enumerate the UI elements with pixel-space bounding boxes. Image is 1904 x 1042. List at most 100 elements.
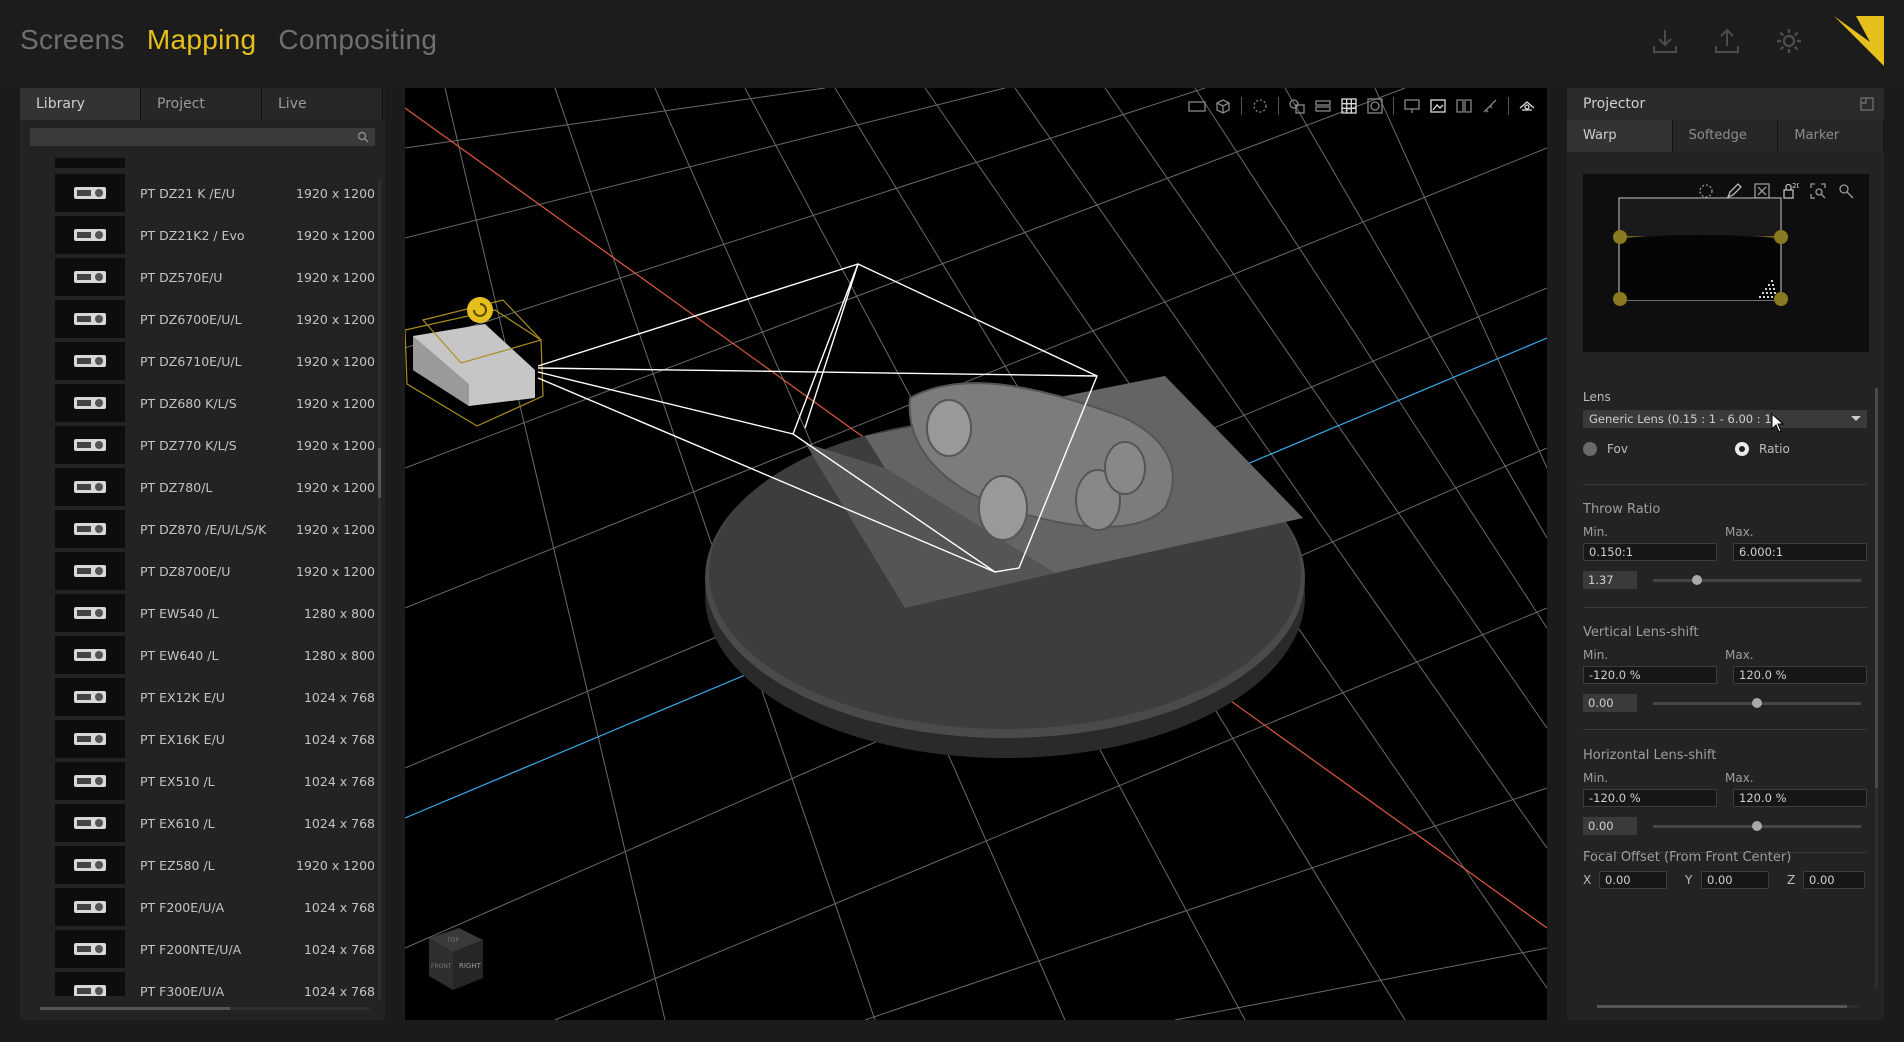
tab-softedge[interactable]: Softedge: [1672, 120, 1779, 152]
slider-knob[interactable]: [1752, 820, 1762, 831]
mode-screens[interactable]: Screens: [20, 24, 125, 56]
radio-ratio[interactable]: Ratio: [1735, 442, 1790, 456]
list-item[interactable]: PT DZ570E/U 1920 x 1200: [20, 256, 375, 298]
library-scrollbar-vertical[interactable]: [378, 180, 381, 1000]
warp-canvas[interactable]: [1583, 174, 1869, 352]
projector-resolution: 1920 x 1200: [296, 479, 375, 495]
list-item[interactable]: PT DZ6700E/U/L 1920 x 1200: [20, 298, 375, 340]
popout-icon[interactable]: [1860, 97, 1874, 111]
throw-ratio-min-field[interactable]: 0.150:1: [1583, 543, 1717, 561]
tab-marker[interactable]: Marker: [1778, 120, 1885, 152]
throw-ratio-section: Throw Ratio Min. Max. 0.150:1 6.000:1 1.…: [1583, 502, 1867, 589]
chevron-down-icon: [1851, 416, 1861, 421]
3d-scene[interactable]: [405, 88, 1547, 1020]
toolbar-divider: [1393, 97, 1394, 115]
warp-preview[interactable]: 20: [1583, 174, 1869, 352]
scroll-thumb[interactable]: [1597, 1005, 1847, 1008]
book-icon[interactable]: [1454, 96, 1474, 116]
mode-compositing[interactable]: Compositing: [278, 24, 437, 56]
projector-name: PT DZ21 K /E/U: [140, 185, 235, 201]
lens-dropdown[interactable]: Generic Lens (0.15 : 1 - 6.00 : 1): [1583, 410, 1867, 428]
select-icon[interactable]: [1250, 96, 1270, 116]
image-icon[interactable]: [1428, 96, 1448, 116]
horizontal-shift-min-field[interactable]: -120.0 %: [1583, 789, 1717, 807]
throw-ratio-value[interactable]: 1.37: [1583, 571, 1637, 589]
list-item[interactable]: PT DZ770 K/L/S 1920 x 1200: [20, 424, 375, 466]
list-item[interactable]: PT F300E/U/A 1024 x 768: [20, 970, 375, 996]
search-icon[interactable]: [357, 131, 369, 143]
3d-viewport[interactable]: TOP FRONT RIGHT: [405, 88, 1547, 1020]
scroll-thumb[interactable]: [1875, 388, 1878, 788]
radio-ratio-circle[interactable]: [1735, 442, 1749, 456]
projector-name: PT DZ870 /E/U/L/S/K: [140, 521, 267, 537]
screen-icon[interactable]: [1402, 96, 1422, 116]
panel-scrollbar-horizontal[interactable]: [1597, 1005, 1859, 1008]
list-item[interactable]: PT F200NTE/U/A 1024 x 768: [20, 928, 375, 970]
library-search-input[interactable]: [30, 128, 375, 146]
grid-icon[interactable]: [1339, 96, 1359, 116]
vertical-shift-min-field[interactable]: -120.0 %: [1583, 666, 1717, 684]
horizontal-shift-max-field[interactable]: 120.0 %: [1733, 789, 1867, 807]
vertical-shift-slider[interactable]: [1653, 697, 1861, 708]
list-item[interactable]: PT EW540 /L 1280 x 800: [20, 592, 375, 634]
radio-fov[interactable]: Fov: [1583, 442, 1735, 456]
list-item[interactable]: PT EX12K E/U 1024 x 768: [20, 676, 375, 718]
throw-ratio-max-field[interactable]: 6.000:1: [1733, 543, 1867, 561]
render-view-icon[interactable]: [1517, 96, 1537, 116]
download-icon[interactable]: [1650, 26, 1680, 56]
projector-icon: [74, 397, 106, 409]
list-item[interactable]: PT EX510 /L 1024 x 768: [20, 760, 375, 802]
navigation-cube[interactable]: TOP FRONT RIGHT: [421, 920, 491, 1000]
vertical-shift-max-field[interactable]: 120.0 %: [1733, 666, 1867, 684]
focal-offset-x-field[interactable]: 0.00: [1599, 871, 1667, 889]
projector-thumbnail: [55, 888, 125, 926]
tab-warp[interactable]: Warp: [1567, 120, 1673, 152]
scroll-thumb[interactable]: [40, 1007, 230, 1010]
radio-fov-circle[interactable]: [1583, 442, 1597, 456]
list-item[interactable]: PT DZ680 K/L/S 1920 x 1200: [20, 382, 375, 424]
list-item[interactable]: PT EW640 /L 1280 x 800: [20, 634, 375, 676]
objects-icon[interactable]: [1287, 96, 1307, 116]
projector-name: PT EW640 /L: [140, 647, 219, 663]
horizontal-shift-slider[interactable]: [1653, 820, 1861, 831]
list-item[interactable]: PT F200E/U/A 1024 x 768: [20, 886, 375, 928]
vertical-shift-value[interactable]: 0.00: [1583, 694, 1637, 712]
list-item[interactable]: PT DZ21 K /E/U 1920 x 1200: [20, 172, 375, 214]
tab-live[interactable]: Live: [262, 88, 383, 120]
toolbar-divider: [1508, 97, 1509, 115]
upload-icon[interactable]: [1712, 26, 1742, 56]
list-item[interactable]: PT EZ580 /L 1920 x 1200: [20, 844, 375, 886]
slider-knob[interactable]: [1691, 574, 1702, 585]
layers-icon[interactable]: [1313, 96, 1333, 116]
horizontal-shift-slider-row: 0.00: [1583, 817, 1867, 835]
nav-cube-front-label: FRONT: [431, 963, 452, 970]
list-item[interactable]: PT DZ780/L 1920 x 1200: [20, 466, 375, 508]
slider-knob[interactable]: [1752, 697, 1762, 708]
projector-resolution: 1024 x 768: [303, 983, 375, 997]
cube-view-icon[interactable]: [1213, 96, 1233, 116]
list-item[interactable]: PT DZ6710E/U/L 1920 x 1200: [20, 340, 375, 382]
list-item[interactable]: PT EX16K E/U 1024 x 768: [20, 718, 375, 760]
list-item[interactable]: PT EX610 /L 1024 x 768: [20, 802, 375, 844]
settings-gear-icon[interactable]: [1774, 26, 1804, 56]
panel-scrollbar-vertical[interactable]: [1875, 388, 1878, 988]
frame-icon[interactable]: [1365, 96, 1385, 116]
throw-ratio-slider[interactable]: [1653, 574, 1861, 585]
focal-offset-z-field[interactable]: 0.00: [1803, 871, 1865, 889]
focal-offset-y-field[interactable]: 0.00: [1701, 871, 1769, 889]
list-item[interactable]: PT DZ21K2 / Evo 1920 x 1200: [20, 214, 375, 256]
projector-icon: [74, 649, 106, 661]
library-scrollbar-horizontal[interactable]: [40, 1007, 370, 1010]
scroll-thumb[interactable]: [378, 448, 381, 498]
library-tabs: Library Project Live: [20, 88, 385, 120]
list-item[interactable]: PT DZ8700E/U 1920 x 1200: [20, 550, 375, 592]
tab-project[interactable]: Project: [141, 88, 262, 120]
list-item[interactable]: PT DZ870 /E/U/L/S/K 1920 x 1200: [20, 508, 375, 550]
projector-icon: [74, 691, 106, 703]
mode-mapping[interactable]: Mapping: [147, 24, 257, 56]
camera-view-icon[interactable]: [1187, 96, 1207, 116]
measure-icon[interactable]: [1480, 96, 1500, 116]
horizontal-shift-value[interactable]: 0.00: [1583, 817, 1637, 835]
tab-library[interactable]: Library: [20, 88, 141, 120]
top-actions: [1650, 26, 1804, 56]
